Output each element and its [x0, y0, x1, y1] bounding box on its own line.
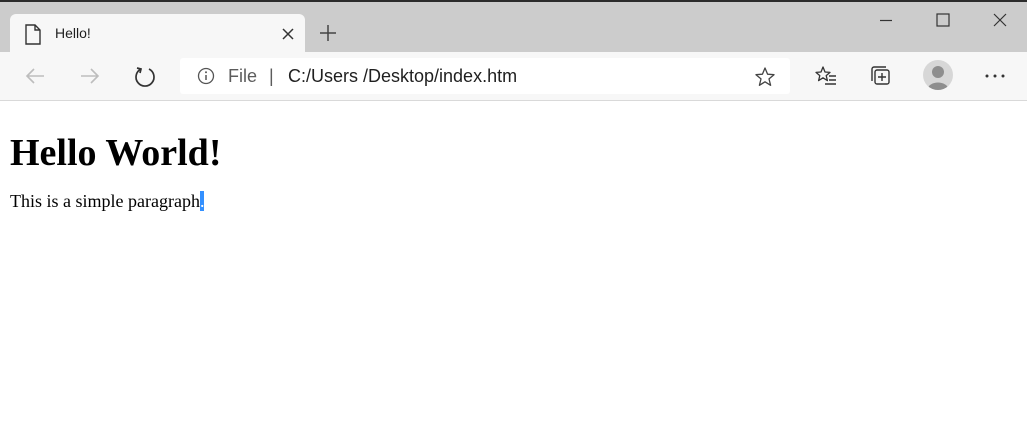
page-content: Hello World! This is a simple paragraph. — [10, 101, 1010, 213]
document-icon — [25, 24, 41, 45]
back-arrow-icon[interactable] — [22, 63, 48, 89]
page-heading: Hello World! — [10, 132, 222, 174]
more-icon[interactable] — [983, 64, 1007, 88]
window-close-icon[interactable] — [992, 12, 1008, 28]
minimize-icon[interactable] — [878, 12, 894, 28]
maximize-icon[interactable] — [935, 12, 951, 28]
info-icon[interactable] — [197, 67, 215, 85]
forward-arrow-icon[interactable] — [77, 63, 103, 89]
title-bar: Hello! — [0, 2, 1027, 54]
page-paragraph: This is a simple paragraph. — [10, 189, 1010, 213]
avatar-icon — [927, 66, 949, 90]
tab-active[interactable]: Hello! — [10, 14, 305, 54]
toolbar: File | C:/Users /Desktop/index.htm — [0, 52, 1027, 101]
collections-icon[interactable] — [869, 64, 893, 88]
selected-text: . — [199, 191, 205, 211]
plus-icon[interactable] — [318, 23, 338, 43]
favorites-list-icon[interactable] — [814, 64, 838, 88]
paragraph-text: This is a simple paragraph — [10, 191, 200, 211]
refresh-icon[interactable] — [132, 63, 158, 89]
tab-title: Hello! — [55, 25, 91, 41]
favorite-star-icon[interactable] — [754, 66, 776, 88]
address-separator: | — [269, 66, 274, 86]
close-icon[interactable] — [281, 27, 295, 41]
address-scheme: File — [228, 66, 258, 86]
profile-avatar[interactable] — [923, 60, 953, 90]
address-bar[interactable]: File | C:/Users /Desktop/index.htm — [180, 58, 790, 94]
address-url[interactable]: C:/Users /Desktop/index.htm — [288, 66, 517, 87]
